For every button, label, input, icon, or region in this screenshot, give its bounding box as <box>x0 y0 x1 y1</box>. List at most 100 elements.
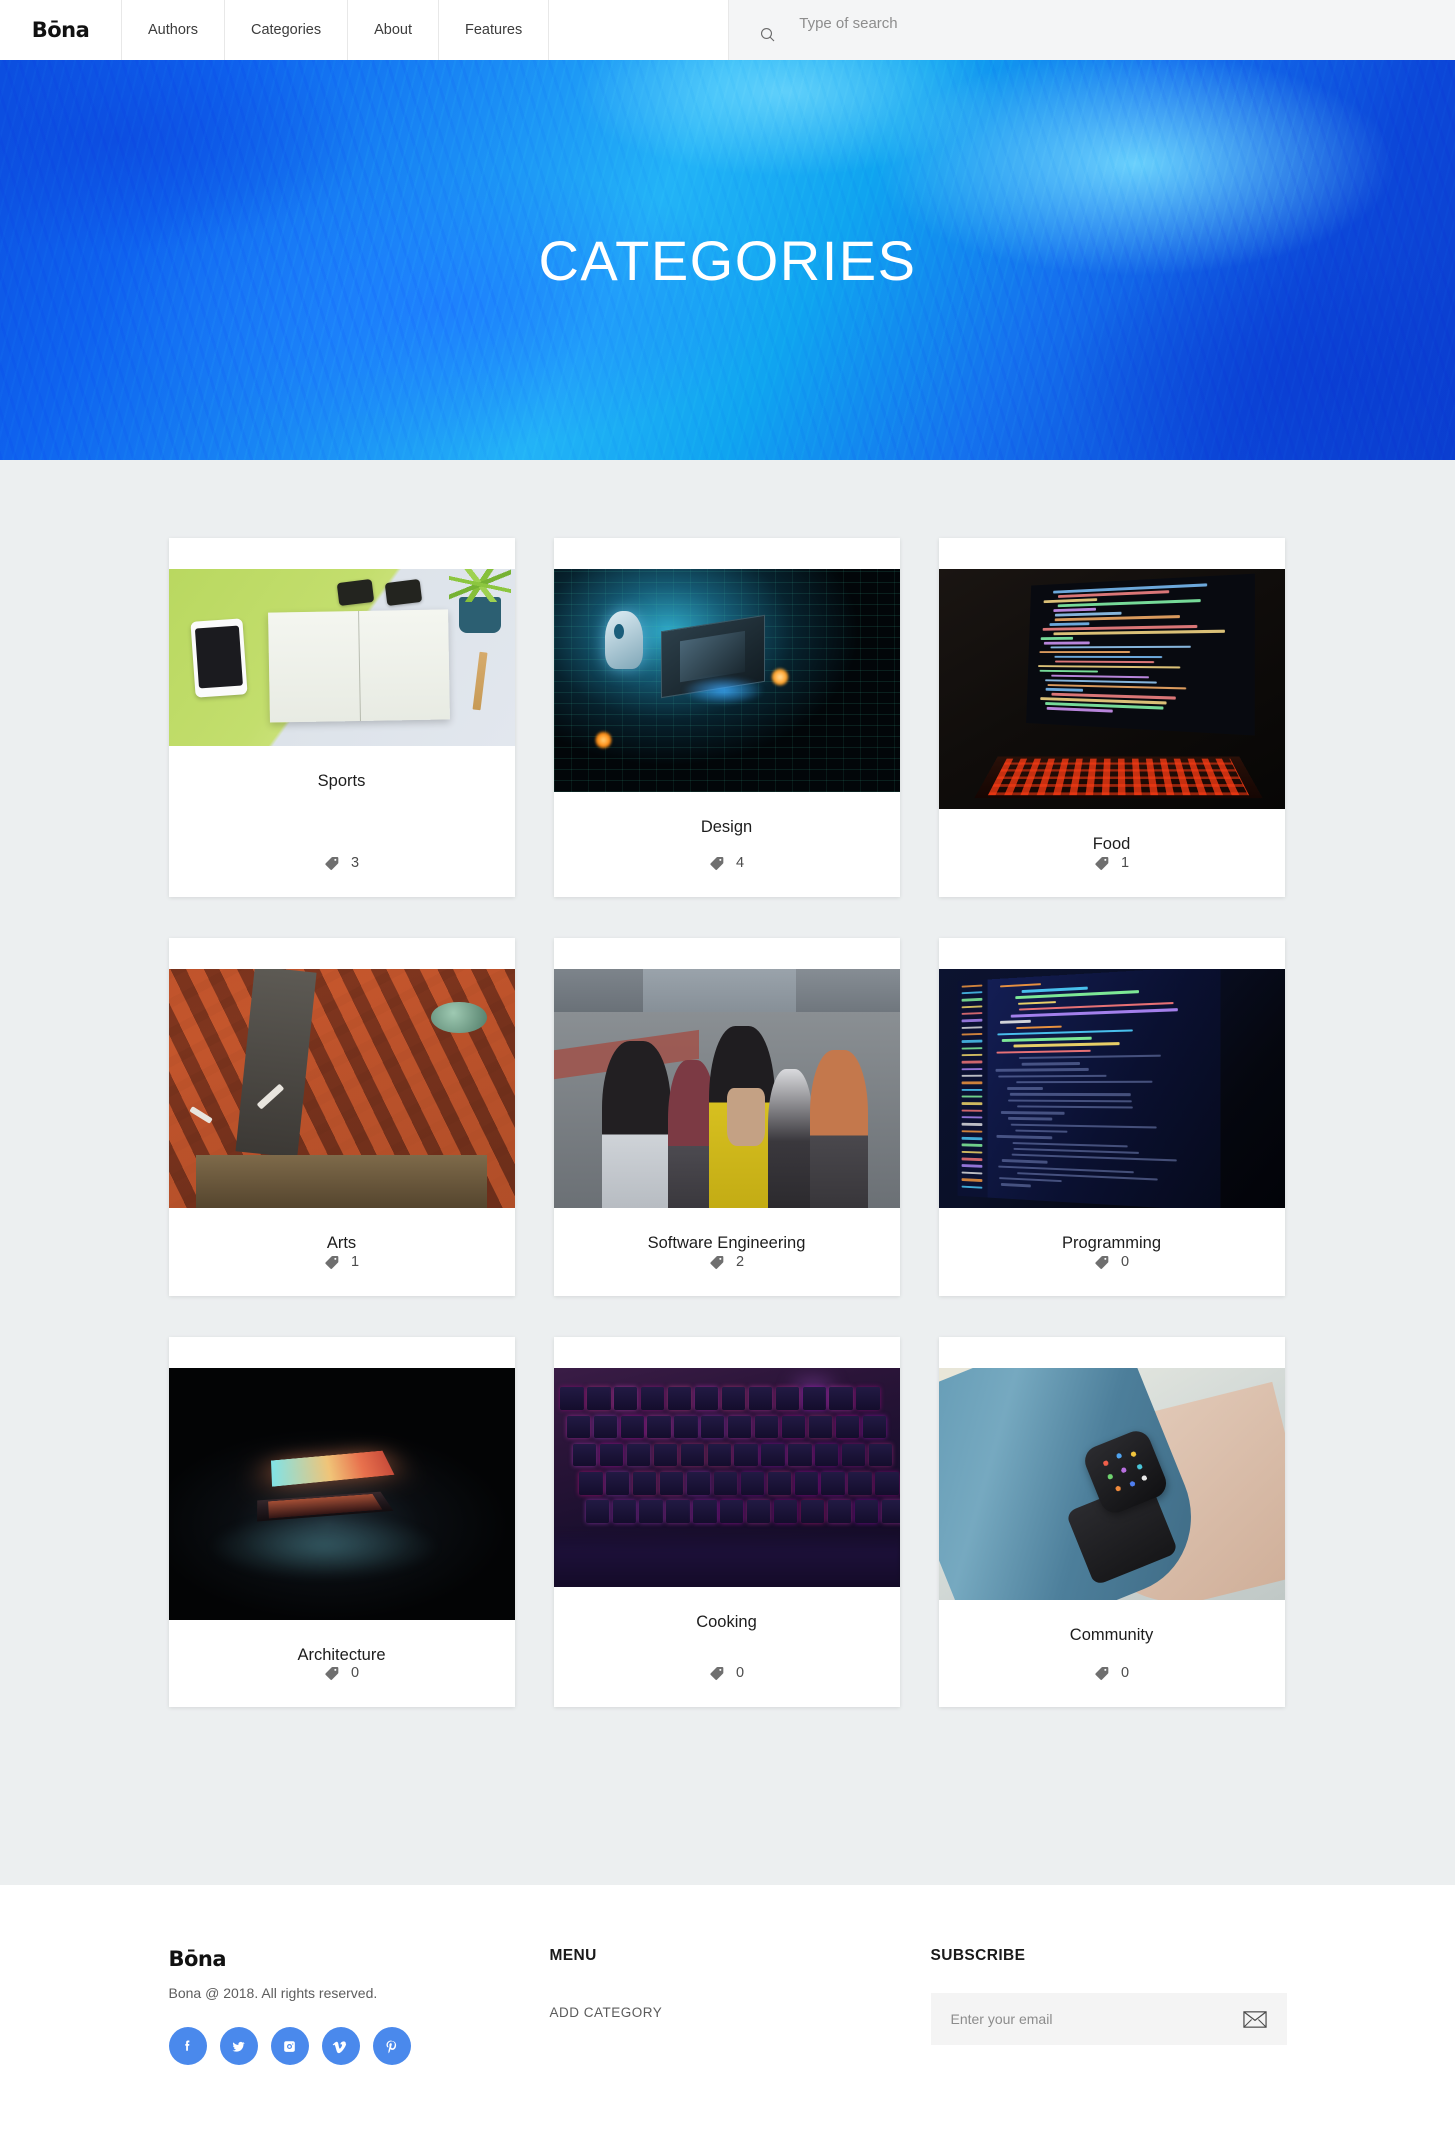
tag-icon <box>1095 856 1109 870</box>
category-thumbnail <box>553 1367 900 1587</box>
category-card[interactable]: Architecture 0 <box>168 1336 515 1708</box>
card-top-spacer <box>938 937 1285 969</box>
main-content: Sports 3 Design 4 Food 1 Arts 1 Software… <box>0 460 1455 1885</box>
category-count: 3 <box>350 854 360 871</box>
email-input[interactable] <box>950 2011 1243 2027</box>
logo-link[interactable]: Bōna <box>0 0 122 60</box>
search-icon[interactable] <box>759 26 777 44</box>
subscribe-form[interactable] <box>930 1993 1287 2045</box>
nav-label: Categories <box>250 22 322 38</box>
category-thumbnail <box>553 569 900 792</box>
copyright-text: Bona @ 2018. All rights reserved. <box>168 1985 378 2001</box>
category-grid: Sports 3 Design 4 Food 1 Arts 1 Software… <box>168 538 1287 1708</box>
header-spacer <box>549 0 730 60</box>
search-input[interactable] <box>799 14 1100 32</box>
logo-text: Bōna <box>31 18 90 42</box>
category-count: 0 <box>735 1665 745 1682</box>
tag-icon <box>325 1667 339 1681</box>
nav-item-categories[interactable]: Categories <box>225 0 349 60</box>
search-panel[interactable] <box>729 0 1455 60</box>
hero-banner: CATEGORIES <box>0 60 1455 460</box>
category-count: 0 <box>1120 1253 1130 1270</box>
card-top-spacer <box>168 538 515 569</box>
card-body: Architecture 0 <box>169 1620 515 1708</box>
instagram-link[interactable] <box>270 2027 309 2065</box>
category-thumbnail <box>168 569 515 746</box>
nav-item-authors[interactable]: Authors <box>122 0 225 60</box>
tag-icon <box>1095 1255 1109 1269</box>
card-top-spacer <box>553 538 900 569</box>
category-card[interactable]: Community 0 <box>938 1336 1285 1708</box>
category-meta: 0 <box>1094 1665 1129 1707</box>
category-count: 1 <box>1120 854 1130 871</box>
tag-icon <box>710 1255 724 1269</box>
pinterest-icon <box>386 2039 397 2053</box>
category-card[interactable]: Programming 0 <box>938 937 1285 1296</box>
category-meta: 3 <box>324 855 359 897</box>
envelope-icon[interactable] <box>1242 2010 1267 2028</box>
card-body: Arts 1 <box>169 1208 515 1296</box>
tag-icon <box>325 856 339 870</box>
card-body: Design 4 <box>554 792 900 897</box>
category-title: Community <box>1069 1625 1154 1644</box>
pinterest-link[interactable] <box>372 2027 411 2065</box>
tag-icon <box>710 856 724 870</box>
category-card[interactable]: Sports 3 <box>168 538 515 897</box>
category-thumbnail <box>168 968 515 1208</box>
category-card[interactable]: Arts 1 <box>168 937 515 1296</box>
nav-item-features[interactable]: Features <box>439 0 550 60</box>
category-meta: 2 <box>709 1254 744 1296</box>
twitter-link[interactable] <box>219 2027 258 2065</box>
footer-logo: Bōna <box>168 1947 227 1971</box>
tag-icon <box>1095 1667 1109 1681</box>
category-count: 1 <box>350 1253 360 1270</box>
category-card[interactable]: Cooking 0 <box>553 1336 900 1708</box>
category-card[interactable]: Software Engineering 2 <box>553 937 900 1296</box>
footer-menu-heading: MENU <box>549 1947 597 1964</box>
category-title: Architecture <box>297 1645 386 1664</box>
site-header: Bōna Authors Categories About Features <box>0 0 1455 60</box>
category-title: Design <box>700 818 753 836</box>
category-meta: 0 <box>324 1665 359 1707</box>
card-body: Programming 0 <box>939 1208 1285 1296</box>
category-thumbnail <box>938 569 1285 809</box>
category-count: 4 <box>735 854 745 871</box>
footer-menu-column: MENU ADD CATEGORY <box>550 1947 931 2065</box>
category-title: Software Engineering <box>647 1233 806 1252</box>
category-count: 2 <box>735 1253 745 1270</box>
card-top-spacer <box>938 1336 1285 1368</box>
nav-label: Authors <box>148 22 198 38</box>
facebook-link[interactable] <box>168 2027 207 2065</box>
footer-subscribe-heading: SUBSCRIBE <box>930 1947 1026 1964</box>
card-top-spacer <box>168 1336 515 1368</box>
vimeo-icon <box>332 2040 347 2053</box>
tag-icon <box>710 1667 724 1681</box>
category-count: 0 <box>1120 1665 1130 1682</box>
category-meta: 1 <box>324 1254 359 1296</box>
category-meta: 1 <box>1094 855 1129 897</box>
card-body: Community 0 <box>939 1600 1285 1708</box>
category-thumbnail <box>938 1367 1285 1600</box>
vimeo-link[interactable] <box>321 2027 360 2065</box>
category-title: Programming <box>1061 1233 1162 1252</box>
card-body: Sports 3 <box>169 746 515 897</box>
category-title: Arts <box>326 1233 357 1252</box>
tag-icon <box>325 1255 339 1269</box>
category-card[interactable]: Food 1 <box>938 538 1285 897</box>
category-title: Sports <box>317 772 366 790</box>
category-title: Cooking <box>696 1612 757 1631</box>
site-footer: Bōna Bona @ 2018. All rights reserved. M… <box>0 1885 1455 2145</box>
card-top-spacer <box>938 538 1285 569</box>
category-thumbnail <box>938 968 1285 1208</box>
instagram-icon <box>284 2040 295 2052</box>
category-meta: 4 <box>709 855 744 897</box>
footer-subscribe-column: SUBSCRIBE <box>930 1947 1287 2065</box>
add-category-link[interactable]: ADD CATEGORY <box>550 2005 663 2020</box>
card-body: Food 1 <box>939 809 1285 897</box>
card-body: Cooking 0 <box>554 1587 900 1708</box>
social-links <box>168 2027 550 2065</box>
category-count: 0 <box>350 1665 360 1682</box>
category-thumbnail <box>553 968 900 1208</box>
category-card[interactable]: Design 4 <box>553 538 900 897</box>
nav-item-about[interactable]: About <box>348 0 440 60</box>
